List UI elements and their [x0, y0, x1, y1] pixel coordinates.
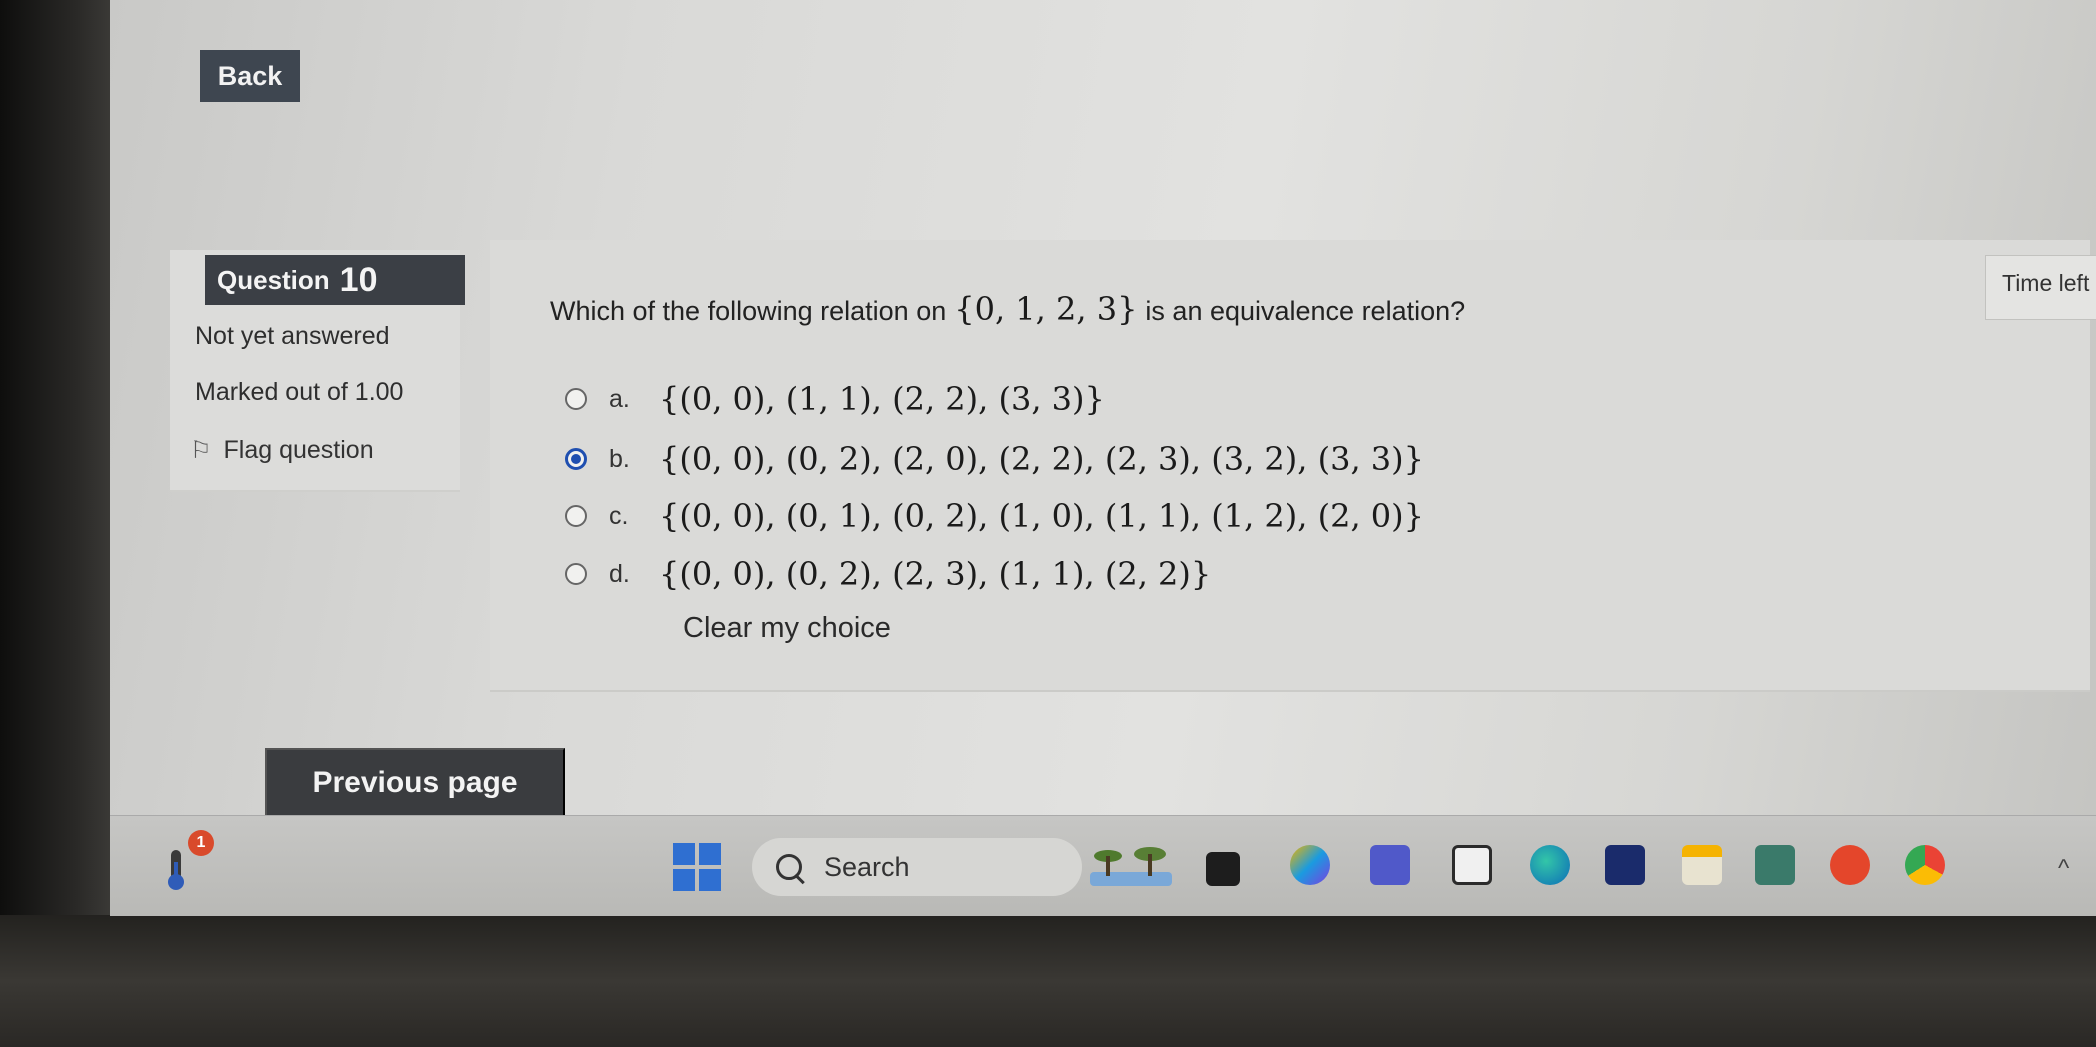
- start-tile: [699, 869, 721, 891]
- option-letter: d.: [609, 559, 630, 588]
- flag-question-link[interactable]: ⚐ Flag question: [190, 436, 374, 465]
- clear-choice-link[interactable]: Clear my choice: [683, 612, 891, 645]
- flag-label: Flag question: [223, 436, 374, 464]
- windows-start-icon[interactable]: [673, 843, 721, 891]
- time-left-box: Time left: [1985, 255, 2096, 320]
- option-value: {(0, 0), (0, 2), (2, 3), (1, 1), (2, 2)}: [659, 555, 1212, 593]
- teams-icon[interactable]: [1370, 845, 1410, 885]
- option-a[interactable]: a. {(0, 0), (1, 1), (2, 2), (3, 3)}: [565, 380, 1105, 418]
- question-text-before: Which of the following relation on: [550, 296, 947, 326]
- chevron-up-icon[interactable]: ^: [2058, 855, 2069, 883]
- option-letter: c.: [609, 501, 629, 530]
- option-value: {(0, 0), (0, 1), (0, 2), (1, 0), (1, 1),…: [659, 497, 1424, 535]
- calculator-icon[interactable]: [1755, 845, 1795, 885]
- weather-badge: 1: [188, 830, 214, 856]
- option-c[interactable]: c. {(0, 0), (0, 1), (0, 2), (1, 0), (1, …: [565, 497, 1424, 535]
- question-text: Which of the following relation on {0, 1…: [550, 290, 1465, 328]
- app-icon-red[interactable]: [1830, 845, 1870, 885]
- edge-icon[interactable]: [1530, 845, 1570, 885]
- marks-label: Marked out of 1.00: [195, 378, 404, 406]
- flag-icon: ⚐: [190, 437, 212, 464]
- radio-button-b[interactable]: [565, 448, 587, 470]
- search-placeholder: Search: [824, 851, 910, 882]
- start-tile: [673, 843, 695, 865]
- task-view-icon[interactable]: [1206, 852, 1240, 886]
- previous-page-button[interactable]: Previous page: [265, 748, 565, 818]
- file-explorer-icon[interactable]: [1682, 845, 1722, 885]
- option-value: {(0, 0), (1, 1), (2, 2), (3, 3)}: [659, 380, 1105, 418]
- search-icon: [776, 854, 802, 880]
- option-letter: b.: [609, 444, 630, 473]
- option-value: {(0, 0), (0, 2), (2, 0), (2, 2), (2, 3),…: [659, 440, 1424, 478]
- question-number: 10: [339, 260, 378, 299]
- question-number-badge: Question 10: [205, 255, 465, 305]
- copilot-icon[interactable]: [1290, 845, 1330, 885]
- question-text-after: is an equivalence relation?: [1145, 296, 1466, 326]
- back-button[interactable]: Back: [200, 50, 300, 102]
- widget-landscape-icon[interactable]: [1088, 842, 1174, 890]
- question-label: Question: [217, 264, 330, 295]
- radio-button-a[interactable]: [565, 388, 587, 410]
- desk-area: [0, 915, 2096, 1047]
- radio-button-c[interactable]: [565, 505, 587, 527]
- store-icon[interactable]: [1452, 845, 1492, 885]
- option-d[interactable]: d. {(0, 0), (0, 2), (2, 3), (1, 1), (2, …: [565, 555, 1211, 593]
- chrome-icon[interactable]: [1905, 845, 1945, 885]
- app-icon[interactable]: [1605, 845, 1645, 885]
- start-tile: [699, 843, 721, 865]
- answer-status: Not yet answered: [195, 322, 390, 350]
- time-left-label: Time left: [2002, 270, 2090, 296]
- taskbar-search[interactable]: Search: [752, 838, 1082, 896]
- option-letter: a.: [609, 384, 630, 413]
- question-set: {0, 1, 2, 3}: [954, 290, 1138, 328]
- option-b[interactable]: b. {(0, 0), (0, 2), (2, 0), (2, 2), (2, …: [565, 440, 1424, 478]
- start-tile: [673, 869, 695, 891]
- radio-button-d[interactable]: [565, 563, 587, 585]
- monitor-bezel: [0, 0, 110, 1047]
